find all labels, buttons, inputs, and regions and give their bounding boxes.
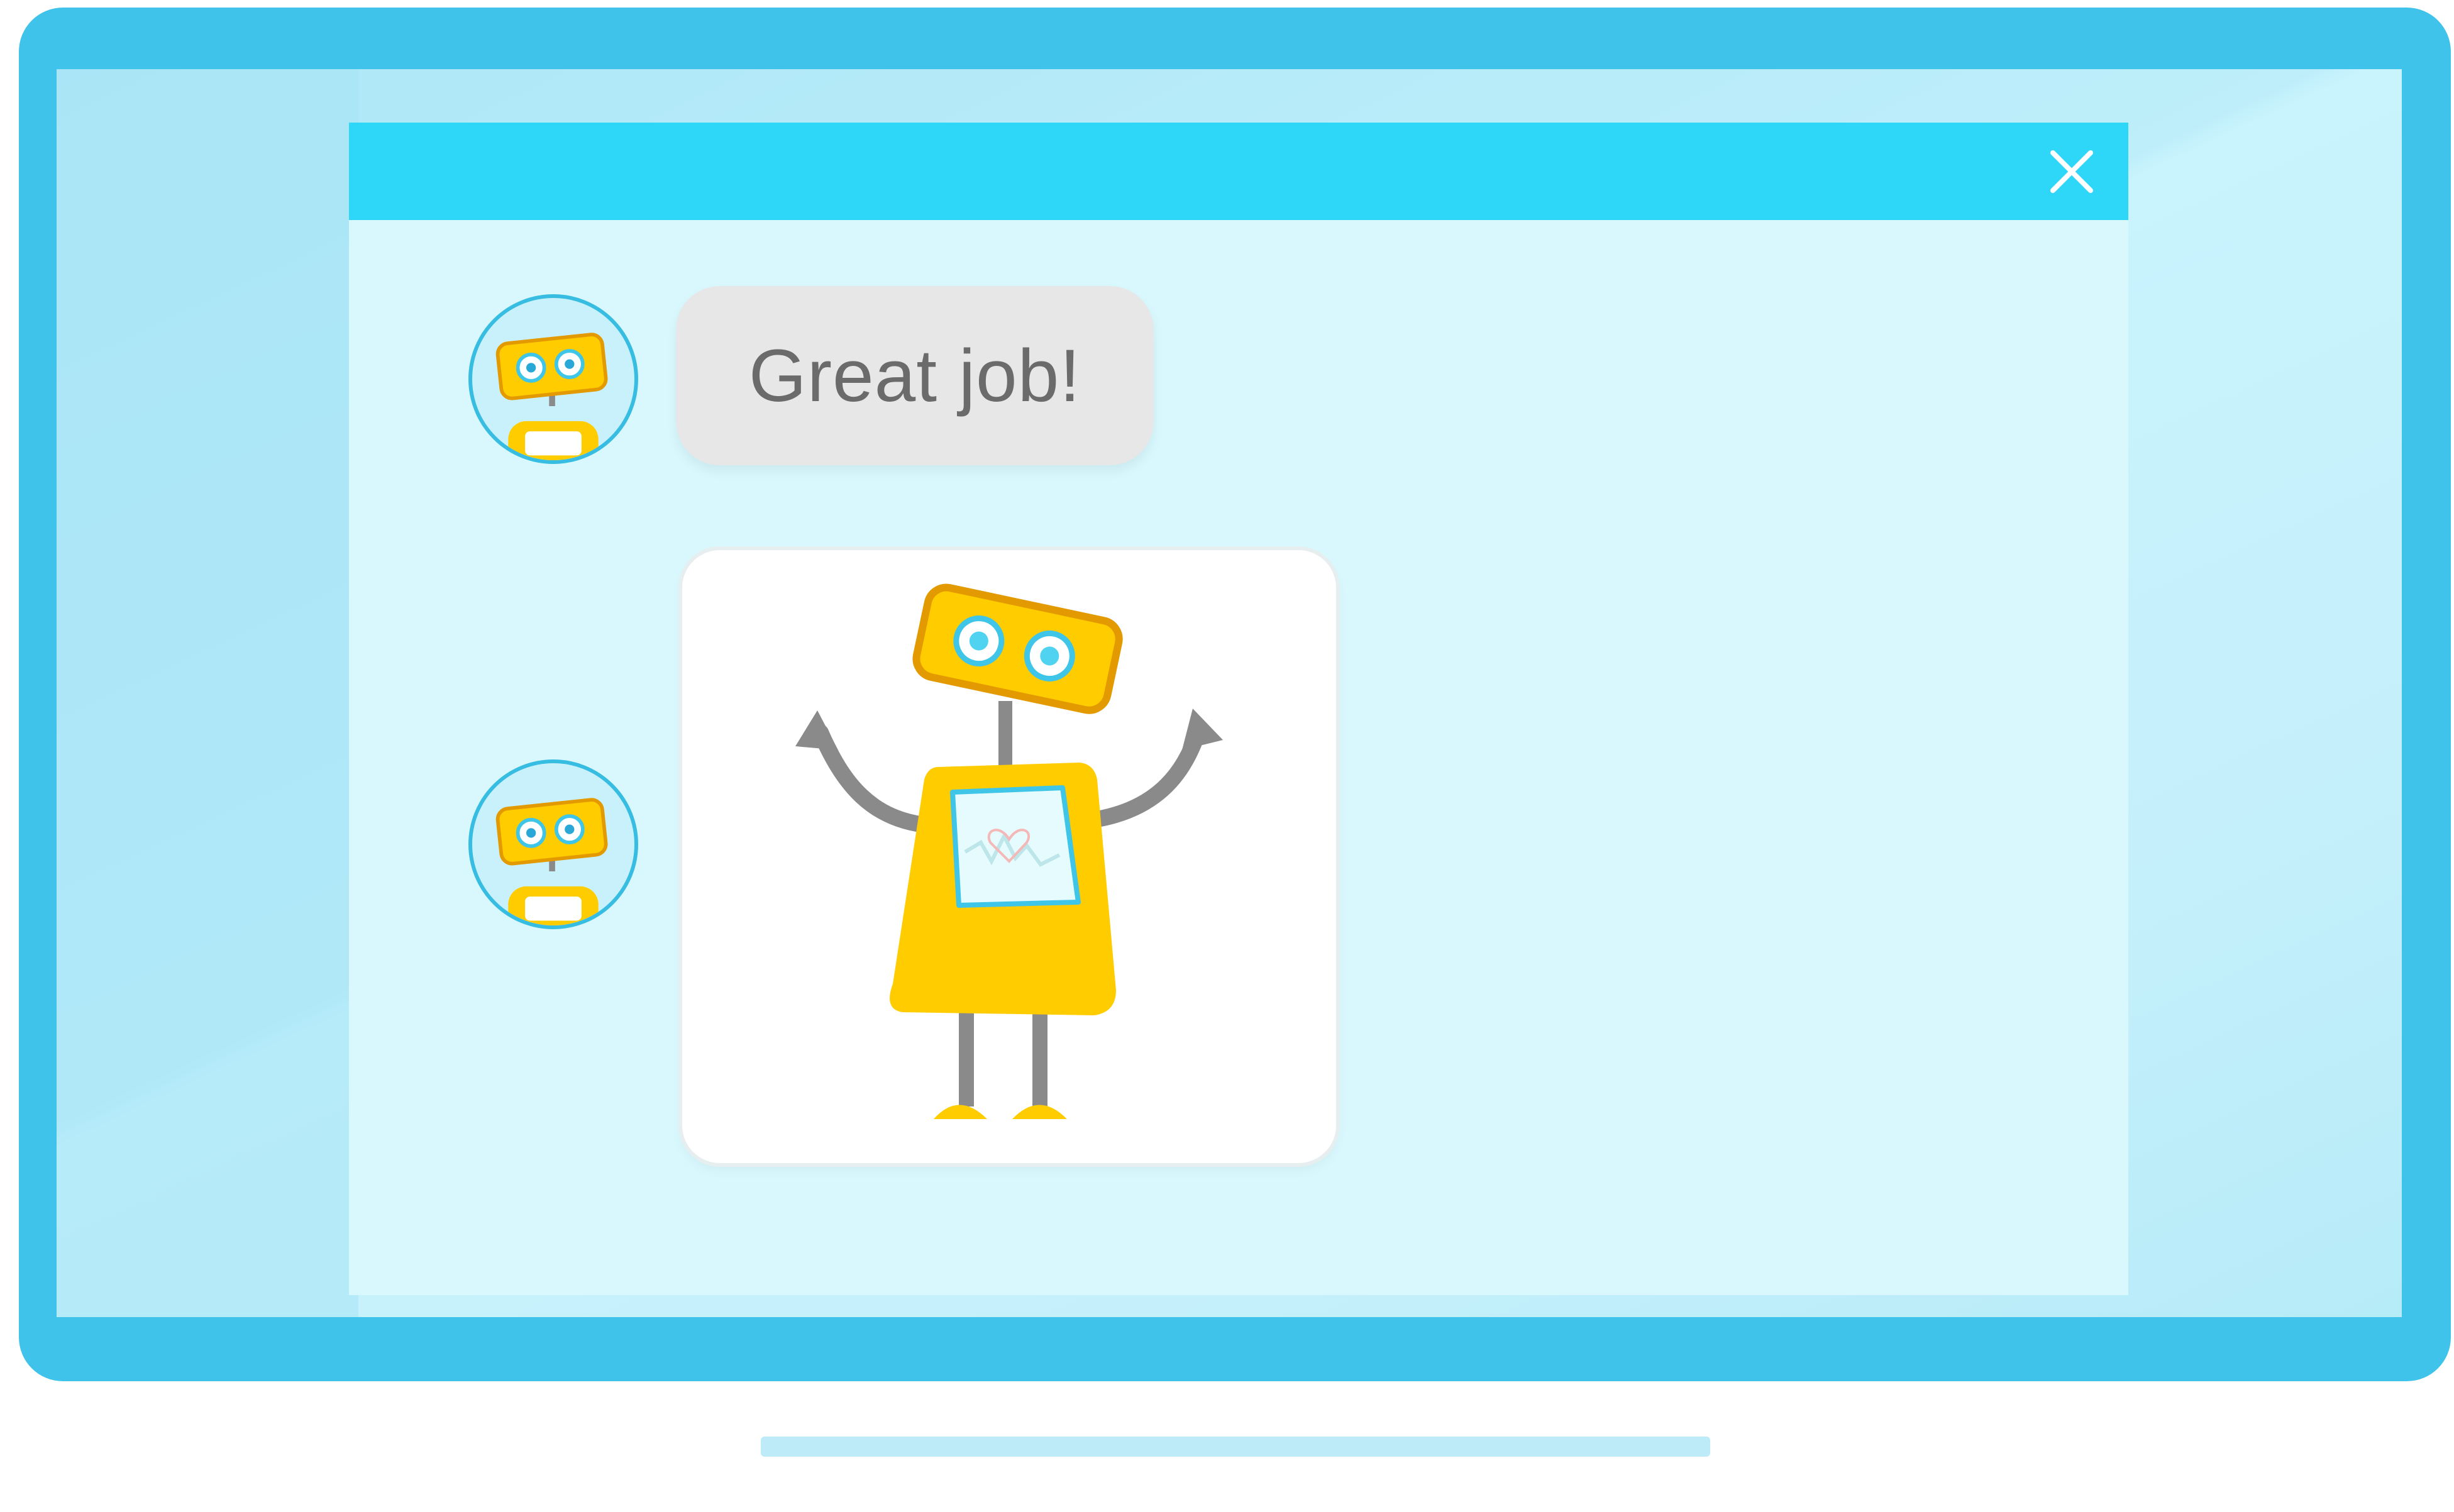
close-button[interactable] <box>2047 146 2097 197</box>
robot-avatar <box>468 759 638 929</box>
message-text: Great job! <box>748 334 1081 417</box>
illustration-stage: Great job! <box>0 0 2454 1512</box>
robot-avatar <box>468 294 638 464</box>
chat-titlebar <box>349 123 2128 220</box>
close-icon <box>2050 150 2093 193</box>
robot-illustration <box>795 583 1223 1119</box>
robot-avatar-icon <box>495 798 608 925</box>
robot-image-card[interactable] <box>682 550 1336 1163</box>
screen-glare <box>57 69 358 1317</box>
robot-avatar-icon <box>495 333 608 460</box>
monitor-stand <box>761 1437 1710 1457</box>
message-bubble: Great job! <box>676 286 1154 465</box>
